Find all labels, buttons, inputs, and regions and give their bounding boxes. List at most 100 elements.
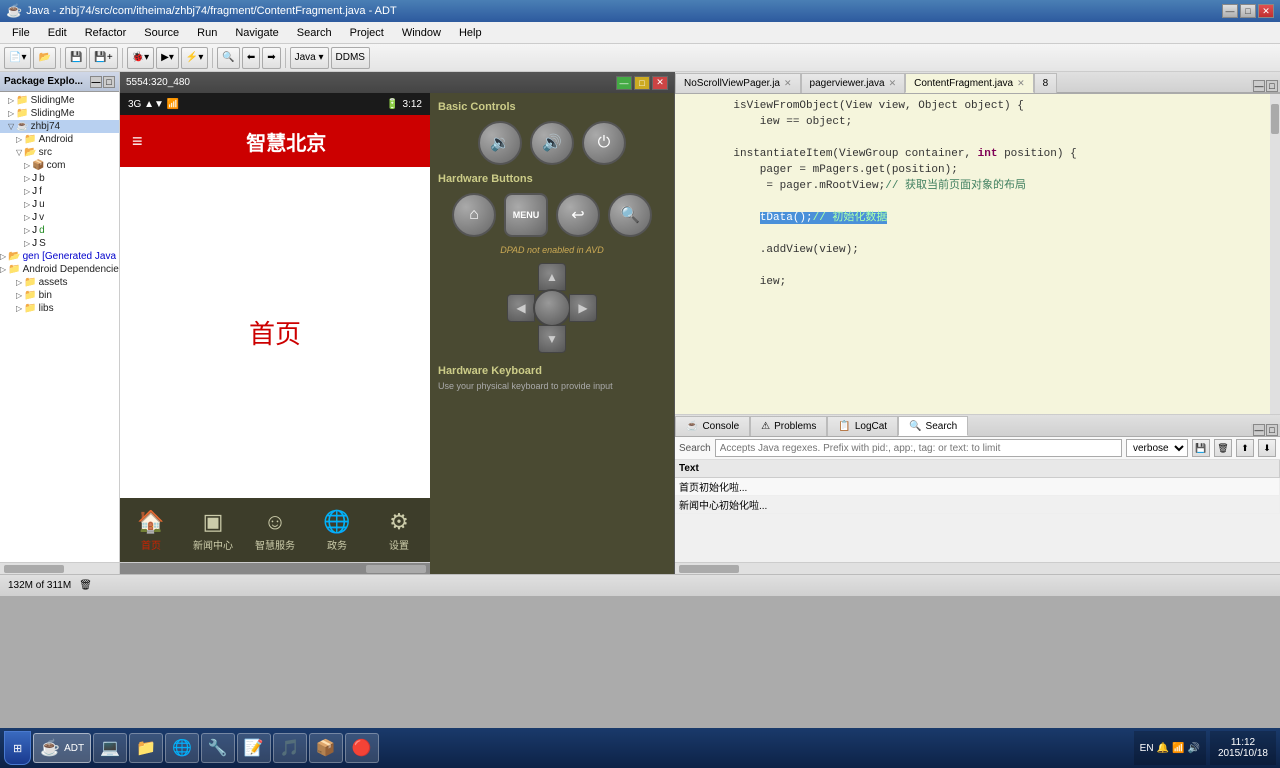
toolbar-save-all[interactable]: 💾+: [89, 47, 117, 69]
dpad-down[interactable]: ▼: [538, 325, 566, 353]
tree-item-v[interactable]: ▷ J v: [0, 211, 119, 224]
logcat-filter-input[interactable]: [715, 439, 1122, 457]
panel-minimize[interactable]: —: [90, 76, 102, 88]
start-button[interactable]: ⊞: [4, 731, 31, 765]
search-btn[interactable]: 🔍: [608, 193, 652, 237]
volume-down-btn[interactable]: 🔉: [478, 121, 522, 165]
tree-hscroll[interactable]: [0, 562, 119, 574]
toolbar-run2[interactable]: ⚡▾: [181, 47, 208, 69]
taskbar-browser[interactable]: 🌐: [165, 733, 199, 763]
toolbar-back[interactable]: ⬅: [242, 47, 260, 69]
logcat-scroll-bottom[interactable]: ⬇: [1258, 439, 1276, 457]
menu-edit[interactable]: Edit: [40, 25, 75, 41]
editor-maximize[interactable]: □: [1266, 80, 1278, 92]
tab-8[interactable]: 8: [1034, 73, 1058, 93]
editor-vscroll[interactable]: [1270, 94, 1280, 414]
tab-console[interactable]: ☕ Console: [675, 416, 750, 436]
back-btn[interactable]: ↩: [556, 193, 600, 237]
taskbar-red[interactable]: 🔴: [345, 733, 379, 763]
taskbar-explorer[interactable]: 📁: [129, 733, 163, 763]
logcat-save[interactable]: 💾: [1192, 439, 1210, 457]
tree-item-com[interactable]: ▷ 📦 com: [0, 159, 119, 172]
tree-item-s[interactable]: ▷ J S: [0, 237, 119, 250]
tree-item-android[interactable]: ▷ 📁 Android: [0, 133, 119, 146]
nav-gov[interactable]: 🌐 政务: [306, 509, 368, 552]
menu-btn[interactable]: MENU: [504, 193, 548, 237]
tree-item-assets[interactable]: ▷ 📁 assets: [0, 276, 119, 289]
menu-refactor[interactable]: Refactor: [77, 25, 135, 41]
menu-file[interactable]: File: [4, 25, 38, 41]
tree-item-slidingmen1[interactable]: ▷ 📁 SlidingMe: [0, 94, 119, 107]
toolbar-search[interactable]: 🔍: [217, 47, 239, 69]
tree-item-d[interactable]: ▷ J d: [0, 224, 119, 237]
hamburger-icon[interactable]: ≡: [132, 131, 143, 152]
tree-item-slidingmen2[interactable]: ▷ 📁 SlidingMe: [0, 107, 119, 120]
nav-smart[interactable]: ☺ 智慧服务: [244, 509, 306, 552]
toolbar-save[interactable]: 💾: [65, 47, 87, 69]
phone-bottom-scroll[interactable]: [120, 562, 430, 574]
dpad-right[interactable]: ▶: [569, 294, 597, 322]
emu-close[interactable]: ✕: [652, 76, 668, 90]
dpad-up[interactable]: ▲: [538, 263, 566, 291]
menu-window[interactable]: Window: [394, 25, 449, 41]
menu-source[interactable]: Source: [136, 25, 187, 41]
taskbar-music[interactable]: 🎵: [273, 733, 307, 763]
tree-item-bin[interactable]: ▷ 📁 bin: [0, 289, 119, 302]
tab-close-icon[interactable]: ✕: [1017, 78, 1025, 89]
bottom-panel-maximize[interactable]: □: [1266, 424, 1278, 436]
tab-pagerviewer[interactable]: pagerviewer.java ✕: [801, 73, 906, 93]
close-button[interactable]: ✕: [1258, 4, 1274, 18]
bottom-panel-minimize[interactable]: —: [1253, 424, 1265, 436]
tab-contentfragment[interactable]: ContentFragment.java ✕: [905, 73, 1034, 93]
tree-item-src[interactable]: ▽ 📂 src: [0, 146, 119, 159]
menu-help[interactable]: Help: [451, 25, 490, 41]
bottom-hscroll[interactable]: [675, 562, 1280, 574]
tab-close-icon[interactable]: ✕: [784, 78, 792, 89]
clock[interactable]: 11:12 2015/10/18: [1210, 731, 1276, 765]
toolbar-debug[interactable]: 🐞▾: [127, 47, 154, 69]
menu-run[interactable]: Run: [189, 25, 225, 41]
tree-item-u[interactable]: ▷ J u: [0, 198, 119, 211]
tree-item-android-dep[interactable]: ▷ 📁 Android Dependencies: [0, 263, 119, 276]
taskbar-notepad[interactable]: 📝: [237, 733, 271, 763]
logcat-scroll-top[interactable]: ⬆: [1236, 439, 1254, 457]
tab-search-bottom[interactable]: 🔍 Search: [898, 416, 968, 436]
verbose-dropdown[interactable]: verbose: [1126, 439, 1188, 457]
tab-noscrollviewpager[interactable]: NoScrollViewPager.ja ✕: [675, 73, 801, 93]
menu-search[interactable]: Search: [289, 25, 340, 41]
menu-project[interactable]: Project: [342, 25, 392, 41]
panel-maximize[interactable]: □: [103, 76, 115, 88]
toolbar-open[interactable]: 📂: [33, 47, 55, 69]
toolbar-fwd[interactable]: ➡: [262, 47, 280, 69]
taskbar-adt[interactable]: ☕ ADT: [33, 733, 91, 763]
logcat-clear[interactable]: 🗑: [1214, 439, 1232, 457]
tab-close-icon[interactable]: ✕: [889, 78, 897, 89]
nav-settings[interactable]: ⚙ 设置: [368, 509, 430, 552]
dpad-center[interactable]: [533, 289, 571, 327]
taskbar-tools[interactable]: 🔧: [201, 733, 235, 763]
tree-item-f[interactable]: ▷ J f: [0, 185, 119, 198]
tree-item-zhbj74[interactable]: ▽ ☕ zhbj74: [0, 120, 119, 133]
emu-minimize[interactable]: —: [616, 76, 632, 90]
editor-minimize[interactable]: —: [1253, 80, 1265, 92]
toolbar-run[interactable]: ▶▾: [156, 47, 179, 69]
taskbar-pkg[interactable]: 📦: [309, 733, 343, 763]
volume-up-btn[interactable]: 🔊: [530, 121, 574, 165]
code-editor[interactable]: isViewFromObject(View view, Object objec…: [675, 94, 1280, 414]
home-btn[interactable]: ⌂: [452, 193, 496, 237]
menu-navigate[interactable]: Navigate: [227, 25, 286, 41]
toolbar-new[interactable]: 📄▾: [4, 47, 31, 69]
toolbar-java[interactable]: Java ▾: [290, 47, 329, 69]
tab-problems[interactable]: ⚠ Problems: [750, 416, 827, 436]
power-btn[interactable]: ⏻: [582, 121, 626, 165]
tab-logcat[interactable]: 📋 LogCat: [827, 416, 898, 436]
minimize-button[interactable]: —: [1222, 4, 1238, 18]
toolbar-ddms[interactable]: DDMS: [331, 47, 370, 69]
taskbar-cmd[interactable]: 💻: [93, 733, 127, 763]
maximize-button[interactable]: □: [1240, 4, 1256, 18]
dpad-left[interactable]: ◀: [507, 294, 535, 322]
tree-item-b[interactable]: ▷ J b: [0, 172, 119, 185]
nav-home[interactable]: 🏠 首页: [120, 509, 182, 552]
nav-news[interactable]: ▣ 新闻中心: [182, 509, 244, 552]
tree-item-gen[interactable]: ▷ 📂 gen [Generated Java Files]: [0, 250, 119, 263]
